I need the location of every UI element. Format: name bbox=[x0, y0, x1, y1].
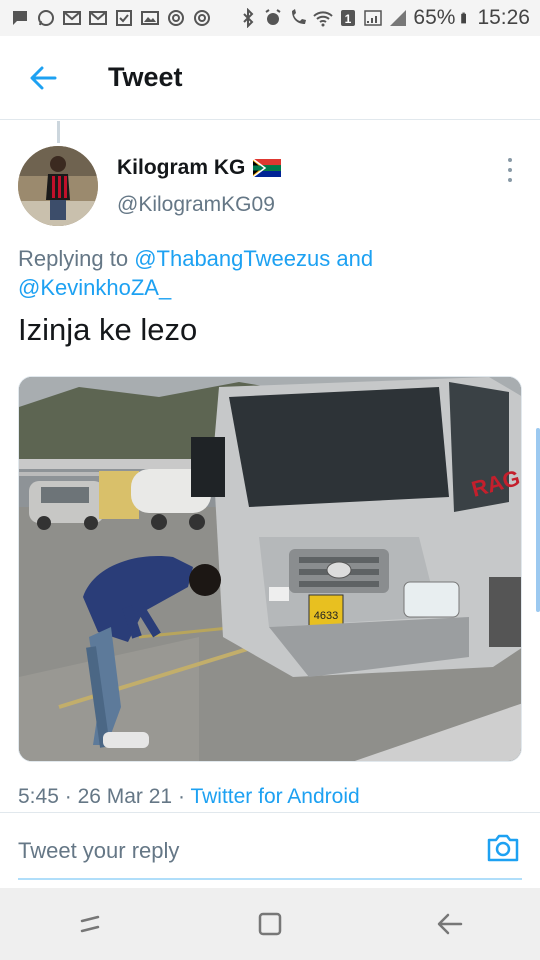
whatsapp-icon bbox=[38, 10, 54, 26]
back-nav-button[interactable] bbox=[420, 894, 480, 954]
tweet-source[interactable]: Twitter for Android bbox=[190, 785, 359, 808]
system-icons: 1 65% 15:26 bbox=[238, 6, 530, 30]
author-handle[interactable]: @KilogramKG09 bbox=[117, 193, 275, 217]
mention-conjunction[interactable]: and bbox=[336, 246, 373, 271]
author-name[interactable]: Kilogram KG bbox=[117, 156, 282, 180]
south-africa-flag-icon bbox=[253, 159, 282, 177]
home-button[interactable] bbox=[240, 894, 300, 954]
recents-icon bbox=[80, 915, 100, 933]
system-nav-bar bbox=[0, 888, 540, 960]
battery-icon bbox=[461, 12, 467, 24]
meta-separator: · bbox=[177, 785, 185, 808]
avatar-image bbox=[18, 146, 98, 226]
alarm-icon bbox=[265, 9, 281, 25]
status-bar: 1 65% 15:26 bbox=[0, 0, 540, 36]
signal-icon bbox=[364, 10, 383, 26]
camera-icon bbox=[487, 834, 519, 862]
author-display-name: Kilogram KG bbox=[117, 156, 246, 179]
thread-line bbox=[57, 121, 60, 143]
back-nav-icon bbox=[437, 913, 463, 935]
battery-percent: 65% bbox=[413, 6, 456, 29]
more-options-button[interactable] bbox=[500, 158, 520, 182]
wifi-icon bbox=[313, 11, 334, 27]
dot-icon bbox=[508, 158, 512, 162]
tweet-date: 26 Mar 21 bbox=[77, 785, 173, 808]
sim-icon: 1 bbox=[341, 10, 356, 26]
reply-underline bbox=[18, 878, 522, 880]
tweet-detail-screen: 1 65% 15:26 Tweet Kilogram KG @KilogramK… bbox=[0, 0, 540, 960]
mention-link[interactable]: @ThabangTweezus bbox=[134, 246, 330, 271]
camera-button[interactable] bbox=[486, 832, 520, 864]
avatar[interactable] bbox=[18, 146, 98, 226]
app-header: Tweet bbox=[0, 36, 540, 120]
clock: 15:26 bbox=[477, 6, 530, 29]
meta-separator: · bbox=[64, 785, 72, 808]
call-icon bbox=[292, 9, 307, 24]
arrow-left-icon bbox=[30, 66, 57, 89]
chat-icon bbox=[13, 11, 27, 25]
chrome-icon bbox=[168, 10, 184, 26]
bluetooth-icon bbox=[243, 8, 254, 28]
gmail-icon-2 bbox=[89, 11, 107, 25]
signal-strength-icon bbox=[390, 10, 407, 26]
reply-input[interactable]: Tweet your reply bbox=[18, 838, 179, 864]
dot-icon bbox=[508, 178, 512, 182]
replying-prefix: Replying to bbox=[18, 246, 129, 271]
recents-button[interactable] bbox=[60, 894, 120, 954]
notification-icons bbox=[10, 8, 212, 28]
gmail-icon bbox=[63, 11, 81, 25]
tweet-time: 5:45 bbox=[18, 785, 59, 808]
sim-badge: 1 bbox=[345, 12, 352, 26]
chrome-icon-2 bbox=[194, 10, 210, 26]
photo-illustration: 4633 RAG bbox=[19, 377, 521, 761]
replying-to: Replying to @ThabangTweezus and @Kevinkh… bbox=[18, 244, 518, 302]
divider bbox=[0, 812, 540, 813]
back-button[interactable] bbox=[0, 36, 86, 120]
dot-icon bbox=[508, 168, 512, 172]
tweet-text: Izinja ke lezo bbox=[18, 312, 198, 347]
image-icon bbox=[141, 11, 159, 25]
license-plate: 4633 bbox=[314, 610, 338, 622]
home-icon bbox=[258, 912, 282, 936]
mention-link[interactable]: @KevinkhoZA_ bbox=[18, 275, 171, 300]
reply-composer[interactable]: Tweet your reply bbox=[0, 820, 540, 884]
tweet-meta: 5:45 · 26 Mar 21 · Twitter for Android bbox=[18, 785, 360, 809]
checkbox-icon bbox=[116, 10, 132, 26]
page-title: Tweet bbox=[108, 62, 183, 92]
scroll-indicator[interactable] bbox=[536, 428, 540, 612]
tweet-photo[interactable]: 4633 RAG bbox=[18, 376, 522, 762]
